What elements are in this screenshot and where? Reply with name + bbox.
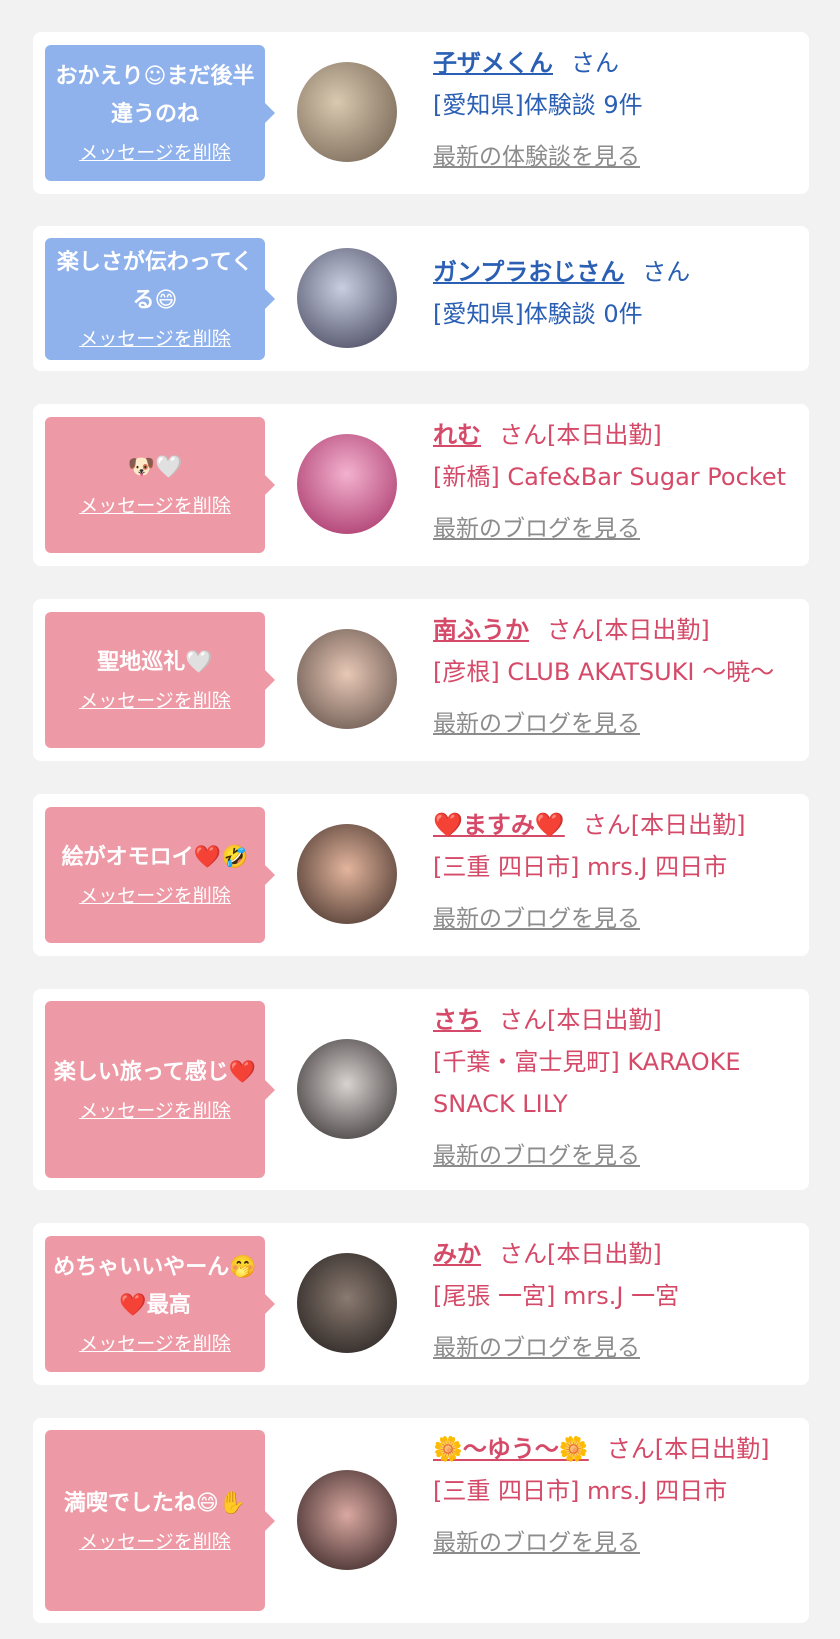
latest-post-link[interactable]: 最新の体験談を見る: [433, 138, 789, 176]
profile-detail: [新橋] Cafe&Bar Sugar Pocket: [433, 463, 787, 491]
name-suffix: さん[本日出勤]: [499, 421, 662, 449]
profile-detail: [三重 四日市] mrs.J 四日市: [433, 853, 728, 881]
delete-message-link[interactable]: メッセージを削除: [79, 686, 231, 716]
message-text: めちゃいいやーん🤭❤️最高: [53, 1255, 257, 1318]
latest-post-link[interactable]: 最新のブログを見る: [433, 1137, 789, 1175]
delete-message-link[interactable]: メッセージを削除: [79, 324, 231, 354]
profile-detail: [愛知県]体験談 9件: [433, 91, 643, 119]
profile-name-link[interactable]: れむ: [433, 421, 481, 449]
latest-post-link[interactable]: 最新のブログを見る: [433, 705, 789, 743]
profile-detail: [愛知県]体験談 0件: [433, 300, 643, 328]
avatar[interactable]: [297, 248, 397, 348]
latest-post-link[interactable]: 最新のブログを見る: [433, 510, 789, 548]
delete-message-link[interactable]: メッセージを削除: [79, 881, 231, 911]
name-suffix: さん[本日出勤]: [606, 1435, 770, 1463]
name-suffix: さん[本日出勤]: [499, 1006, 662, 1034]
message-bubble: 聖地巡礼🤍 メッセージを削除: [45, 612, 275, 748]
profile-name-link[interactable]: 子ザメくん: [433, 49, 553, 77]
message-text: 楽しさが伝わってくる😄: [56, 250, 254, 313]
avatar[interactable]: [297, 1039, 397, 1139]
profile-name-link[interactable]: さち: [433, 1006, 481, 1034]
message-bubble: 絵がオモロイ❤️🤣 メッセージを削除: [45, 807, 275, 943]
delete-message-link[interactable]: メッセージを削除: [79, 138, 231, 168]
delete-message-link[interactable]: メッセージを削除: [79, 1096, 231, 1126]
profile-info: れむ さん[本日出勤] [新橋] Cafe&Bar Sugar Pocket 最新…: [433, 414, 789, 548]
message-bubble: 楽しい旅って感じ❤️ メッセージを削除: [45, 1001, 275, 1178]
profile-name-link[interactable]: ガンプラおじさん: [433, 258, 624, 286]
list-item: 楽しい旅って感じ❤️ メッセージを削除 さち さん[本日出勤] [千葉・富士見町]…: [33, 989, 809, 1190]
delete-message-link[interactable]: メッセージを削除: [79, 491, 231, 521]
list-item: 絵がオモロイ❤️🤣 メッセージを削除 ❤️ますみ❤️ さん[本日出勤] [三重 四…: [33, 794, 809, 956]
profile-info: みか さん[本日出勤] [尾張 一宮] mrs.J 一宮 最新のブログを見る: [433, 1233, 789, 1367]
avatar[interactable]: [297, 434, 397, 534]
profile-name-link[interactable]: 🌼〜ゆう〜🌼: [433, 1435, 589, 1463]
avatar[interactable]: [297, 824, 397, 924]
message-bubble: めちゃいいやーん🤭❤️最高 メッセージを削除: [45, 1236, 275, 1372]
profile-info: さち さん[本日出勤] [千葉・富士見町] KARAOKE SNACK LILY …: [433, 999, 789, 1175]
message-text: 楽しい旅って感じ❤️: [53, 1059, 257, 1085]
profile-info: 南ふうか さん[本日出勤] [彦根] CLUB AKATSUKI 〜暁〜 最新のブ…: [433, 609, 789, 743]
name-suffix: さん[本日出勤]: [547, 616, 710, 644]
profile-detail: [三重 四日市] mrs.J 四日市: [433, 1477, 728, 1505]
list-item: 🐶🤍 メッセージを削除 れむ さん[本日出勤] [新橋] Cafe&Bar Sug…: [33, 404, 809, 566]
profile-info: 🌼〜ゆう〜🌼 さん[本日出勤] [三重 四日市] mrs.J 四日市 最新のブログ…: [433, 1428, 789, 1562]
list-item: 聖地巡礼🤍 メッセージを削除 南ふうか さん[本日出勤] [彦根] CLUB AK…: [33, 599, 809, 761]
message-bubble: 満喫でしたね😄✋ メッセージを削除: [45, 1430, 275, 1611]
list-item: おかえり☺まだ後半違うのね メッセージを削除 子ザメくん さん [愛知県]体験談 …: [33, 32, 809, 194]
delete-message-link[interactable]: メッセージを削除: [79, 1527, 231, 1557]
message-text: 🐶🤍: [127, 455, 183, 480]
profile-detail: [彦根] CLUB AKATSUKI 〜暁〜: [433, 658, 775, 686]
message-text: おかえり☺まだ後半違うのね: [55, 64, 255, 127]
message-text: 満喫でしたね😄✋: [63, 1490, 247, 1516]
avatar[interactable]: [297, 629, 397, 729]
latest-post-link[interactable]: 最新のブログを見る: [433, 1524, 789, 1562]
profile-info: ❤️ますみ❤️ さん[本日出勤] [三重 四日市] mrs.J 四日市 最新のブロ…: [433, 804, 789, 938]
name-suffix: さん[本日出勤]: [499, 1240, 662, 1268]
profile-name-link[interactable]: 南ふうか: [433, 616, 529, 644]
message-bubble: 🐶🤍 メッセージを削除: [45, 417, 275, 553]
profile-detail: [尾張 一宮] mrs.J 一宮: [433, 1282, 680, 1310]
latest-post-link[interactable]: 最新のブログを見る: [433, 1329, 789, 1367]
profile-info: 子ザメくん さん [愛知県]体験談 9件 最新の体験談を見る: [433, 42, 789, 176]
profile-name-link[interactable]: ❤️ますみ❤️: [433, 811, 565, 839]
list-item: 楽しさが伝わってくる😄 メッセージを削除 ガンプラおじさん さん [愛知県]体験談…: [33, 226, 809, 371]
avatar[interactable]: [297, 62, 397, 162]
profile-detail: [千葉・富士見町] KARAOKE SNACK LILY: [433, 1048, 741, 1118]
message-text: 聖地巡礼🤍: [97, 650, 213, 675]
message-bubble: おかえり☺まだ後半違うのね メッセージを削除: [45, 45, 275, 181]
profile-info: ガンプラおじさん さん [愛知県]体験談 0件: [433, 251, 789, 335]
avatar[interactable]: [297, 1253, 397, 1353]
name-suffix: さん[本日出勤]: [582, 811, 746, 839]
delete-message-link[interactable]: メッセージを削除: [79, 1329, 231, 1359]
list-item: めちゃいいやーん🤭❤️最高 メッセージを削除 みか さん[本日出勤] [尾張 一宮…: [33, 1223, 809, 1385]
message-text: 絵がオモロイ❤️🤣: [61, 845, 249, 870]
name-suffix: さん: [571, 49, 619, 77]
list-item: 満喫でしたね😄✋ メッセージを削除 🌼〜ゆう〜🌼 さん[本日出勤] [三重 四日市…: [33, 1418, 809, 1623]
message-bubble: 楽しさが伝わってくる😄 メッセージを削除: [45, 238, 275, 360]
latest-post-link[interactable]: 最新のブログを見る: [433, 900, 789, 938]
avatar[interactable]: [297, 1470, 397, 1570]
profile-name-link[interactable]: みか: [433, 1240, 481, 1268]
name-suffix: さん: [642, 258, 691, 286]
